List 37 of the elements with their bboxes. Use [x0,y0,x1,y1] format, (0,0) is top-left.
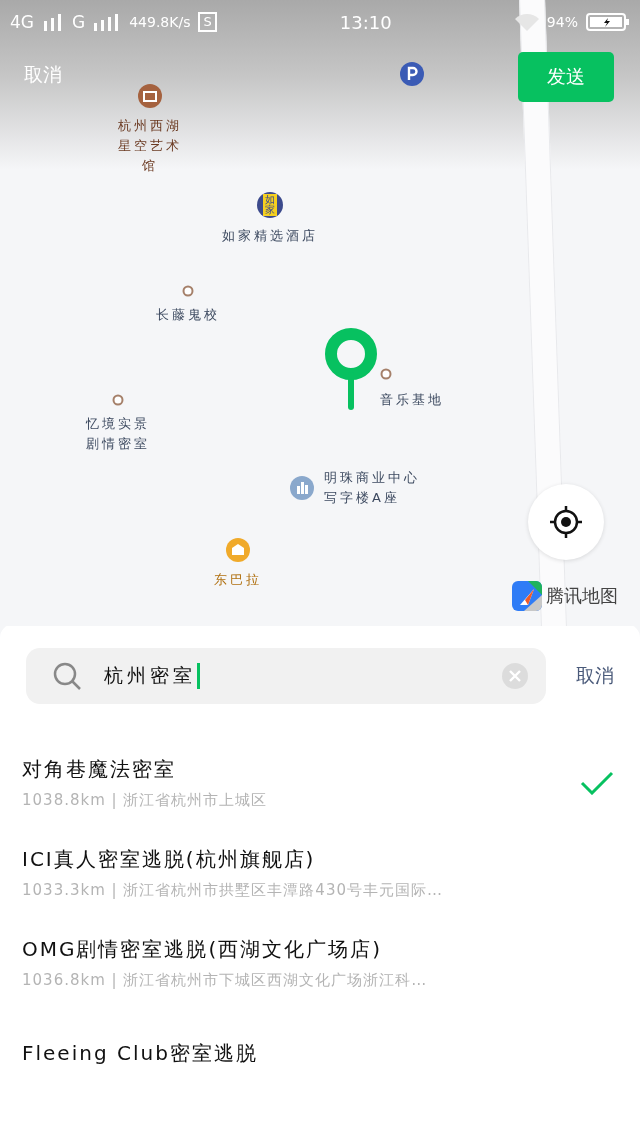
place-label: 音乐基地 [380,391,444,409]
battery-icon [586,12,630,32]
place-detail: 1033.3km | 浙江省杭州市拱墅区丰潭路430号丰元国际… [22,881,444,900]
locate-button[interactable] [528,484,604,560]
network-label: G [72,12,86,32]
network-speed: 449.8K/s [129,14,191,30]
signal-icon [42,13,64,31]
search-field[interactable]: 杭州密室 [26,648,546,704]
battery-percent: 94% [546,14,578,30]
result-item[interactable]: 对角巷魔法密室 1038.8km | 浙江省杭州市上城区 [0,738,640,828]
place-detail: 1036.8km | 浙江省杭州市下城区西湖文化广场浙江科… [22,971,429,990]
network-label: 4G [10,12,34,32]
place-name: 对角巷魔法密室 [22,756,177,783]
place-label: 明珠商业中心写字楼A座 [324,469,421,507]
cancel-link[interactable]: 取消 [576,663,614,689]
clock: 13:10 [339,11,392,33]
place-label: 杭州西湖星空艺术馆 [117,117,183,175]
hotel-icon: 如家 [257,192,283,218]
map-logo-icon [512,581,542,611]
place-name: ICI真人密室逃脱(杭州旗舰店) [22,846,317,873]
place-name: Fleeing Club密室逃脱 [22,1039,259,1067]
map-brand: 腾讯地图 [546,584,618,608]
wifi-icon [514,13,539,31]
search-icon [52,661,82,691]
map[interactable]: 杭州西湖星空艺术馆 如家 如家精选酒店 长藤鬼校 音乐基地 忆境实景剧情密室 明珠商业中心写字楼A座 东巴拉 4G G 449.8K/s S 13:10 94% 取消 发送 腾讯地图 [0,0,640,626]
app-badge: S [198,12,217,32]
crosshair-icon [549,505,583,539]
location-pin-icon [325,328,377,410]
place-label: 忆境实景剧情密室 [85,415,151,453]
place-label: 长藤鬼校 [156,306,220,324]
place-label: 如家精选酒店 [222,227,318,245]
place-label: 东巴拉 [214,571,262,589]
place-name: OMG剧情密室逃脱(西湖文化广场店) [22,936,384,963]
result-item[interactable]: OMG剧情密室逃脱(西湖文化广场店) 1036.8km | 浙江省杭州市下城区西湖文化广场浙江科… [0,918,640,1008]
result-item[interactable]: ICI真人密室逃脱(杭州旗舰店) 1033.3km | 浙江省杭州市拱墅区丰潭路430号丰元国际… [0,828,640,918]
place-detail: 1038.8km | 浙江省杭州市上城区 [22,791,269,810]
result-item[interactable]: Fleeing Club密室逃脱 [0,1008,640,1098]
